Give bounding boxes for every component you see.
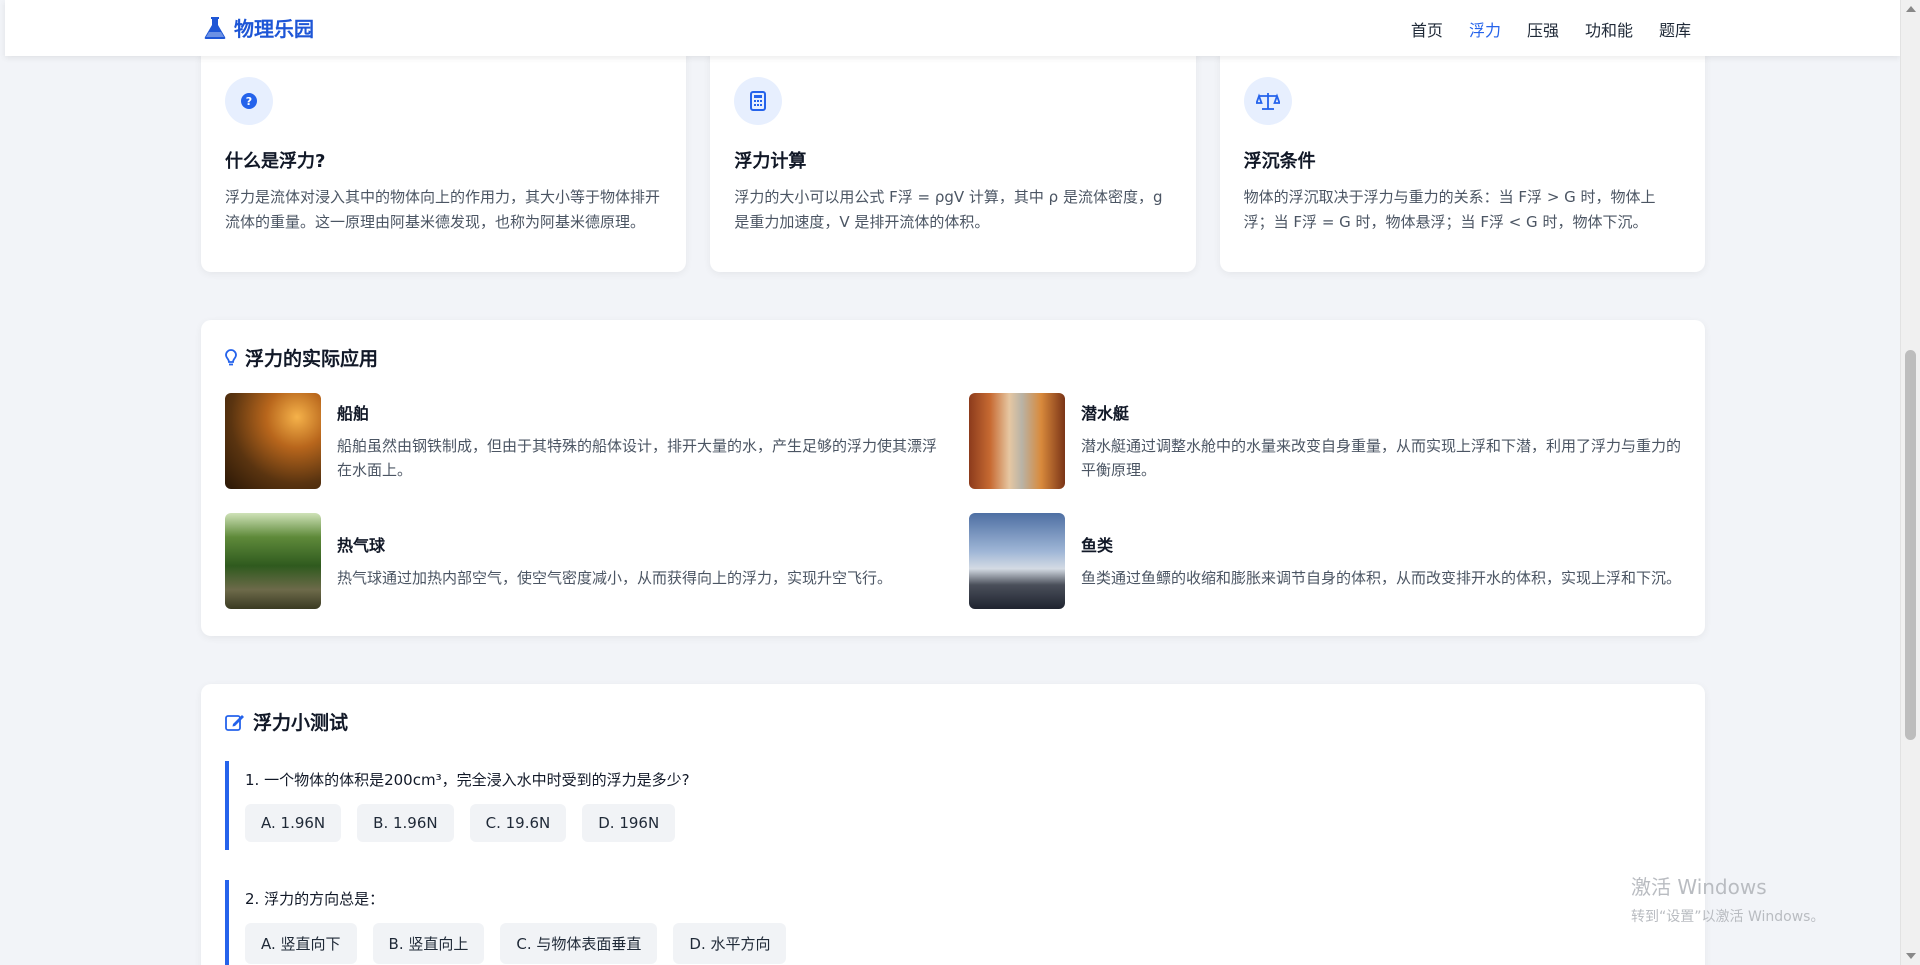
option-group: A. 竖直向下 B. 竖直向上 C. 与物体表面垂直 D. 水平方向 [245,923,1681,964]
calculator-icon [734,77,783,125]
option-d-button[interactable]: D. 水平方向 [673,923,787,964]
concept-card-what: ? 什么是浮力? 浮力是流体对浸入其中的物体向上的作用力，其大小等于物体排开流体… [201,44,687,272]
app-item-submarine: 潜水艇 潜水艇通过调整水舱中的水量来改变自身重量，从而实现上浮和下潜，利用了浮力… [969,393,1681,489]
option-c-button[interactable]: C. 与物体表面垂直 [500,923,658,964]
svg-text:?: ? [246,95,252,108]
concept-card-conditions: 浮沉条件 物体的浮沉取决于浮力与重力的关系：当 F浮 > G 时，物体上浮；当 … [1219,44,1705,272]
app-text: 船舶虽然由钢铁制成，但由于其特殊的船体设计，排开大量的水，产生足够的浮力使其漂浮… [337,437,938,479]
page-viewport: 物理乐园 首页 浮力 压强 功和能 题库 ? 什么是浮力? 浮力是流体对浸入其中… [0,0,1900,965]
applications-heading: 浮力的实际应用 [225,344,1681,371]
balloon-thumbnail [225,513,321,609]
option-d-button[interactable]: D. 196N [582,804,676,842]
app-item-ship: 船舶 船舶虽然由钢铁制成，但由于其特殊的船体设计，排开大量的水，产生足够的浮力使… [225,393,937,489]
card-text: 浮力是流体对浸入其中的物体向上的作用力，其大小等于物体排开流体的重量。这一原理由… [225,188,661,231]
quiz-heading: 浮力小测试 [225,708,1681,735]
scroll-up-arrow-icon[interactable] [1906,6,1916,12]
watermark-line-1: 激活 Windows [1631,875,1767,899]
applications-title: 浮力的实际应用 [245,348,379,370]
card-title: 浮力计算 [734,151,807,172]
app-title: 热气球 [337,536,386,555]
concept-card-calc: 浮力计算 浮力的大小可以用公式 F浮 = ρgV 计算，其中 ρ 是流体密度，g… [710,44,1196,272]
submarine-thumbnail [969,393,1065,489]
brand-logo[interactable]: 物理乐园 [204,13,314,42]
option-b-button[interactable]: B. 竖直向上 [372,923,485,964]
lightbulb-icon [225,348,237,365]
card-title: 浮沉条件 [1243,151,1316,172]
question-text: 1. 一个物体的体积是200cm³，完全浸入水中时受到的浮力是多少? [245,771,690,789]
app-item-fish: 鱼类 鱼类通过鱼鳔的收缩和膨胀来调节自身的体积，从而改变排开水的体积，实现上浮和… [969,513,1681,609]
app-title: 船舶 [337,404,370,423]
quiz-question-2: 2. 浮力的方向总是： A. 竖直向下 B. 竖直向上 C. 与物体表面垂直 D… [225,880,1681,965]
main-nav: 首页 浮力 压强 功和能 题库 [1411,17,1691,41]
app-text: 潜水艇通过调整水舱中的水量来改变自身重量，从而实现上浮和下潜，利用了浮力与重力的… [1081,437,1682,479]
nav-home[interactable]: 首页 [1411,17,1443,41]
option-a-button[interactable]: A. 竖直向下 [245,923,357,964]
option-c-button[interactable]: C. 19.6N [469,804,567,842]
question-text: 2. 浮力的方向总是： [245,890,385,908]
flask-icon [204,16,226,39]
watermark-line-2: 转到“设置”以激活 Windows。 [1631,909,1825,925]
applications-grid: 船舶 船舶虽然由钢铁制成，但由于其特殊的船体设计，排开大量的水，产生足够的浮力使… [225,393,1681,609]
nav-buoyancy[interactable]: 浮力 [1469,17,1501,41]
nav-work-energy[interactable]: 功和能 [1585,17,1633,41]
option-b-button[interactable]: B. 1.96N [357,804,454,842]
app-item-hot-air-balloon: 热气球 热气球通过加热内部空气，使空气密度减小，从而获得向上的浮力，实现升空飞行… [225,513,937,609]
scroll-down-arrow-icon[interactable] [1906,953,1916,959]
edit-icon [225,714,244,731]
balance-scale-icon [1243,77,1292,125]
quiz-question-1: 1. 一个物体的体积是200cm³，完全浸入水中时受到的浮力是多少? A. 1.… [225,761,1681,850]
option-group: A. 1.96N B. 1.96N C. 19.6N D. 196N [245,804,1681,842]
vertical-scrollbar[interactable] [1900,0,1920,965]
question-circle-icon: ? [225,77,273,125]
quiz-title: 浮力小测试 [253,712,349,734]
option-a-button[interactable]: A. 1.96N [245,804,342,842]
app-text: 鱼类通过鱼鳔的收缩和膨胀来调节自身的体积，从而改变排开水的体积，实现上浮和下沉。 [1081,569,1682,587]
brand-name: 物理乐园 [234,17,314,41]
scrollbar-thumb[interactable] [1905,350,1916,740]
nav-pressure[interactable]: 压强 [1527,17,1559,41]
applications-panel: 浮力的实际应用 船舶 船舶虽然由钢铁制成，但由于其特殊的船体设计，排开大量的水，… [201,320,1705,636]
card-text: 物体的浮沉取决于浮力与重力的关系：当 F浮 > G 时，物体上浮；当 F浮 = … [1243,188,1656,231]
card-title: 什么是浮力? [225,151,326,172]
concept-cards: ? 什么是浮力? 浮力是流体对浸入其中的物体向上的作用力，其大小等于物体排开流体… [201,44,1705,272]
app-title: 潜水艇 [1081,404,1130,423]
card-text: 浮力的大小可以用公式 F浮 = ρgV 计算，其中 ρ 是流体密度，g 是重力加… [734,188,1163,231]
top-navbar: 物理乐园 首页 浮力 压强 功和能 题库 [5,0,1900,56]
nav-question-bank[interactable]: 题库 [1659,17,1691,41]
windows-activation-watermark: 激活 Windows 转到“设置”以激活 Windows。 [1631,871,1824,926]
quiz-panel: 浮力小测试 1. 一个物体的体积是200cm³，完全浸入水中时受到的浮力是多少?… [201,684,1705,965]
fish-thumbnail [969,513,1065,609]
ship-thumbnail [225,393,321,489]
app-title: 鱼类 [1081,536,1114,555]
app-text: 热气球通过加热内部空气，使空气密度减小，从而获得向上的浮力，实现升空飞行。 [337,569,893,587]
